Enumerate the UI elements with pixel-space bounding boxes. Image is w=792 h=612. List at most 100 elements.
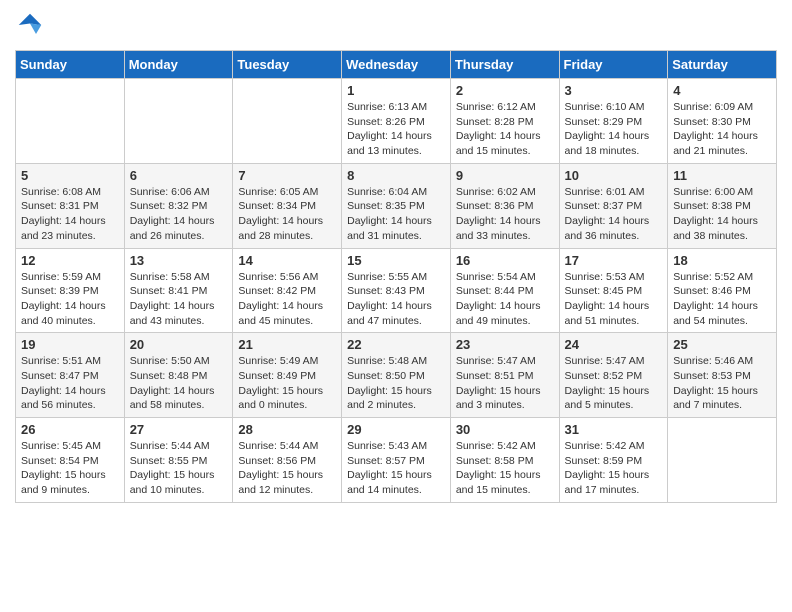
day-info: Sunrise: 6:12 AM Sunset: 8:28 PM Dayligh…: [456, 100, 554, 159]
calendar-cell: 9 Sunrise: 6:02 AM Sunset: 8:36 PM Daylig…: [450, 163, 559, 248]
calendar-cell: [668, 418, 777, 503]
day-info: Sunrise: 5:46 AM Sunset: 8:53 PM Dayligh…: [673, 354, 771, 413]
calendar-cell: 15 Sunrise: 5:55 AM Sunset: 8:43 PM Dayli…: [342, 248, 451, 333]
page-header: [15, 10, 777, 40]
day-of-week-header: Monday: [124, 51, 233, 79]
calendar-cell: 30 Sunrise: 5:42 AM Sunset: 8:58 PM Dayli…: [450, 418, 559, 503]
day-info: Sunrise: 6:10 AM Sunset: 8:29 PM Dayligh…: [565, 100, 663, 159]
day-info: Sunrise: 6:02 AM Sunset: 8:36 PM Dayligh…: [456, 185, 554, 244]
day-number: 29: [347, 422, 445, 437]
day-of-week-header: Tuesday: [233, 51, 342, 79]
day-number: 31: [565, 422, 663, 437]
day-number: 1: [347, 83, 445, 98]
day-info: Sunrise: 5:48 AM Sunset: 8:50 PM Dayligh…: [347, 354, 445, 413]
calendar-cell: 3 Sunrise: 6:10 AM Sunset: 8:29 PM Daylig…: [559, 79, 668, 164]
calendar-cell: 25 Sunrise: 5:46 AM Sunset: 8:53 PM Dayli…: [668, 333, 777, 418]
day-number: 15: [347, 253, 445, 268]
day-number: 11: [673, 168, 771, 183]
calendar-cell: 12 Sunrise: 5:59 AM Sunset: 8:39 PM Dayli…: [16, 248, 125, 333]
calendar-cell: [233, 79, 342, 164]
day-number: 4: [673, 83, 771, 98]
day-info: Sunrise: 5:47 AM Sunset: 8:52 PM Dayligh…: [565, 354, 663, 413]
day-of-week-header: Thursday: [450, 51, 559, 79]
day-number: 24: [565, 337, 663, 352]
day-of-week-header: Wednesday: [342, 51, 451, 79]
calendar-cell: 7 Sunrise: 6:05 AM Sunset: 8:34 PM Daylig…: [233, 163, 342, 248]
calendar-week-row: 26 Sunrise: 5:45 AM Sunset: 8:54 PM Dayli…: [16, 418, 777, 503]
day-number: 2: [456, 83, 554, 98]
day-number: 27: [130, 422, 228, 437]
day-info: Sunrise: 5:55 AM Sunset: 8:43 PM Dayligh…: [347, 270, 445, 329]
day-number: 3: [565, 83, 663, 98]
day-number: 8: [347, 168, 445, 183]
day-info: Sunrise: 6:04 AM Sunset: 8:35 PM Dayligh…: [347, 185, 445, 244]
calendar-cell: 8 Sunrise: 6:04 AM Sunset: 8:35 PM Daylig…: [342, 163, 451, 248]
day-info: Sunrise: 6:05 AM Sunset: 8:34 PM Dayligh…: [238, 185, 336, 244]
day-info: Sunrise: 5:43 AM Sunset: 8:57 PM Dayligh…: [347, 439, 445, 498]
day-info: Sunrise: 5:45 AM Sunset: 8:54 PM Dayligh…: [21, 439, 119, 498]
calendar-cell: 5 Sunrise: 6:08 AM Sunset: 8:31 PM Daylig…: [16, 163, 125, 248]
calendar-cell: 6 Sunrise: 6:06 AM Sunset: 8:32 PM Daylig…: [124, 163, 233, 248]
calendar-week-row: 5 Sunrise: 6:08 AM Sunset: 8:31 PM Daylig…: [16, 163, 777, 248]
day-number: 12: [21, 253, 119, 268]
day-number: 5: [21, 168, 119, 183]
calendar-week-row: 12 Sunrise: 5:59 AM Sunset: 8:39 PM Dayli…: [16, 248, 777, 333]
day-of-week-header: Friday: [559, 51, 668, 79]
day-info: Sunrise: 5:50 AM Sunset: 8:48 PM Dayligh…: [130, 354, 228, 413]
calendar-cell: 20 Sunrise: 5:50 AM Sunset: 8:48 PM Dayli…: [124, 333, 233, 418]
calendar-cell: 18Sunrise: 5:52 AM Sunset: 8:46 PM Dayli…: [668, 248, 777, 333]
calendar-week-row: 19Sunrise: 5:51 AM Sunset: 8:47 PM Dayli…: [16, 333, 777, 418]
day-info: Sunrise: 5:53 AM Sunset: 8:45 PM Dayligh…: [565, 270, 663, 329]
day-number: 26: [21, 422, 119, 437]
day-info: Sunrise: 5:54 AM Sunset: 8:44 PM Dayligh…: [456, 270, 554, 329]
day-number: 19: [21, 337, 119, 352]
day-number: 23: [456, 337, 554, 352]
day-info: Sunrise: 6:13 AM Sunset: 8:26 PM Dayligh…: [347, 100, 445, 159]
calendar-cell: 28Sunrise: 5:44 AM Sunset: 8:56 PM Dayli…: [233, 418, 342, 503]
day-number: 9: [456, 168, 554, 183]
day-info: Sunrise: 6:00 AM Sunset: 8:38 PM Dayligh…: [673, 185, 771, 244]
calendar-header: SundayMondayTuesdayWednesdayThursdayFrid…: [16, 51, 777, 79]
calendar-cell: [124, 79, 233, 164]
day-info: Sunrise: 5:42 AM Sunset: 8:59 PM Dayligh…: [565, 439, 663, 498]
calendar-cell: 2 Sunrise: 6:12 AM Sunset: 8:28 PM Daylig…: [450, 79, 559, 164]
day-info: Sunrise: 5:49 AM Sunset: 8:49 PM Dayligh…: [238, 354, 336, 413]
day-number: 6: [130, 168, 228, 183]
day-number: 25: [673, 337, 771, 352]
day-number: 21: [238, 337, 336, 352]
day-info: Sunrise: 5:59 AM Sunset: 8:39 PM Dayligh…: [21, 270, 119, 329]
day-number: 18: [673, 253, 771, 268]
day-info: Sunrise: 5:47 AM Sunset: 8:51 PM Dayligh…: [456, 354, 554, 413]
day-number: 7: [238, 168, 336, 183]
day-info: Sunrise: 5:56 AM Sunset: 8:42 PM Dayligh…: [238, 270, 336, 329]
day-info: Sunrise: 5:42 AM Sunset: 8:58 PM Dayligh…: [456, 439, 554, 498]
day-number: 13: [130, 253, 228, 268]
calendar-cell: 24 Sunrise: 5:47 AM Sunset: 8:52 PM Dayli…: [559, 333, 668, 418]
day-info: Sunrise: 5:58 AM Sunset: 8:41 PM Dayligh…: [130, 270, 228, 329]
calendar-cell: 14 Sunrise: 5:56 AM Sunset: 8:42 PM Dayli…: [233, 248, 342, 333]
day-number: 16: [456, 253, 554, 268]
calendar-cell: 19Sunrise: 5:51 AM Sunset: 8:47 PM Dayli…: [16, 333, 125, 418]
calendar-body: 1 Sunrise: 6:13 AM Sunset: 8:26 PM Daylig…: [16, 79, 777, 503]
day-info: Sunrise: 6:09 AM Sunset: 8:30 PM Dayligh…: [673, 100, 771, 159]
calendar-cell: 29 Sunrise: 5:43 AM Sunset: 8:57 PM Dayli…: [342, 418, 451, 503]
day-number: 20: [130, 337, 228, 352]
calendar-cell: 4 Sunrise: 6:09 AM Sunset: 8:30 PM Daylig…: [668, 79, 777, 164]
calendar-cell: 1 Sunrise: 6:13 AM Sunset: 8:26 PM Daylig…: [342, 79, 451, 164]
logo-icon: [15, 10, 45, 40]
day-number: 22: [347, 337, 445, 352]
calendar-cell: 16 Sunrise: 5:54 AM Sunset: 8:44 PM Dayli…: [450, 248, 559, 333]
calendar-cell: 23 Sunrise: 5:47 AM Sunset: 8:51 PM Dayli…: [450, 333, 559, 418]
calendar-cell: 13 Sunrise: 5:58 AM Sunset: 8:41 PM Dayli…: [124, 248, 233, 333]
day-info: Sunrise: 6:06 AM Sunset: 8:32 PM Dayligh…: [130, 185, 228, 244]
calendar-cell: [16, 79, 125, 164]
day-number: 17: [565, 253, 663, 268]
calendar-cell: 26 Sunrise: 5:45 AM Sunset: 8:54 PM Dayli…: [16, 418, 125, 503]
calendar-cell: 11 Sunrise: 6:00 AM Sunset: 8:38 PM Dayli…: [668, 163, 777, 248]
day-number: 30: [456, 422, 554, 437]
day-number: 28: [238, 422, 336, 437]
calendar-cell: 22 Sunrise: 5:48 AM Sunset: 8:50 PM Dayli…: [342, 333, 451, 418]
day-number: 10: [565, 168, 663, 183]
day-info: Sunrise: 6:08 AM Sunset: 8:31 PM Dayligh…: [21, 185, 119, 244]
day-number: 14: [238, 253, 336, 268]
